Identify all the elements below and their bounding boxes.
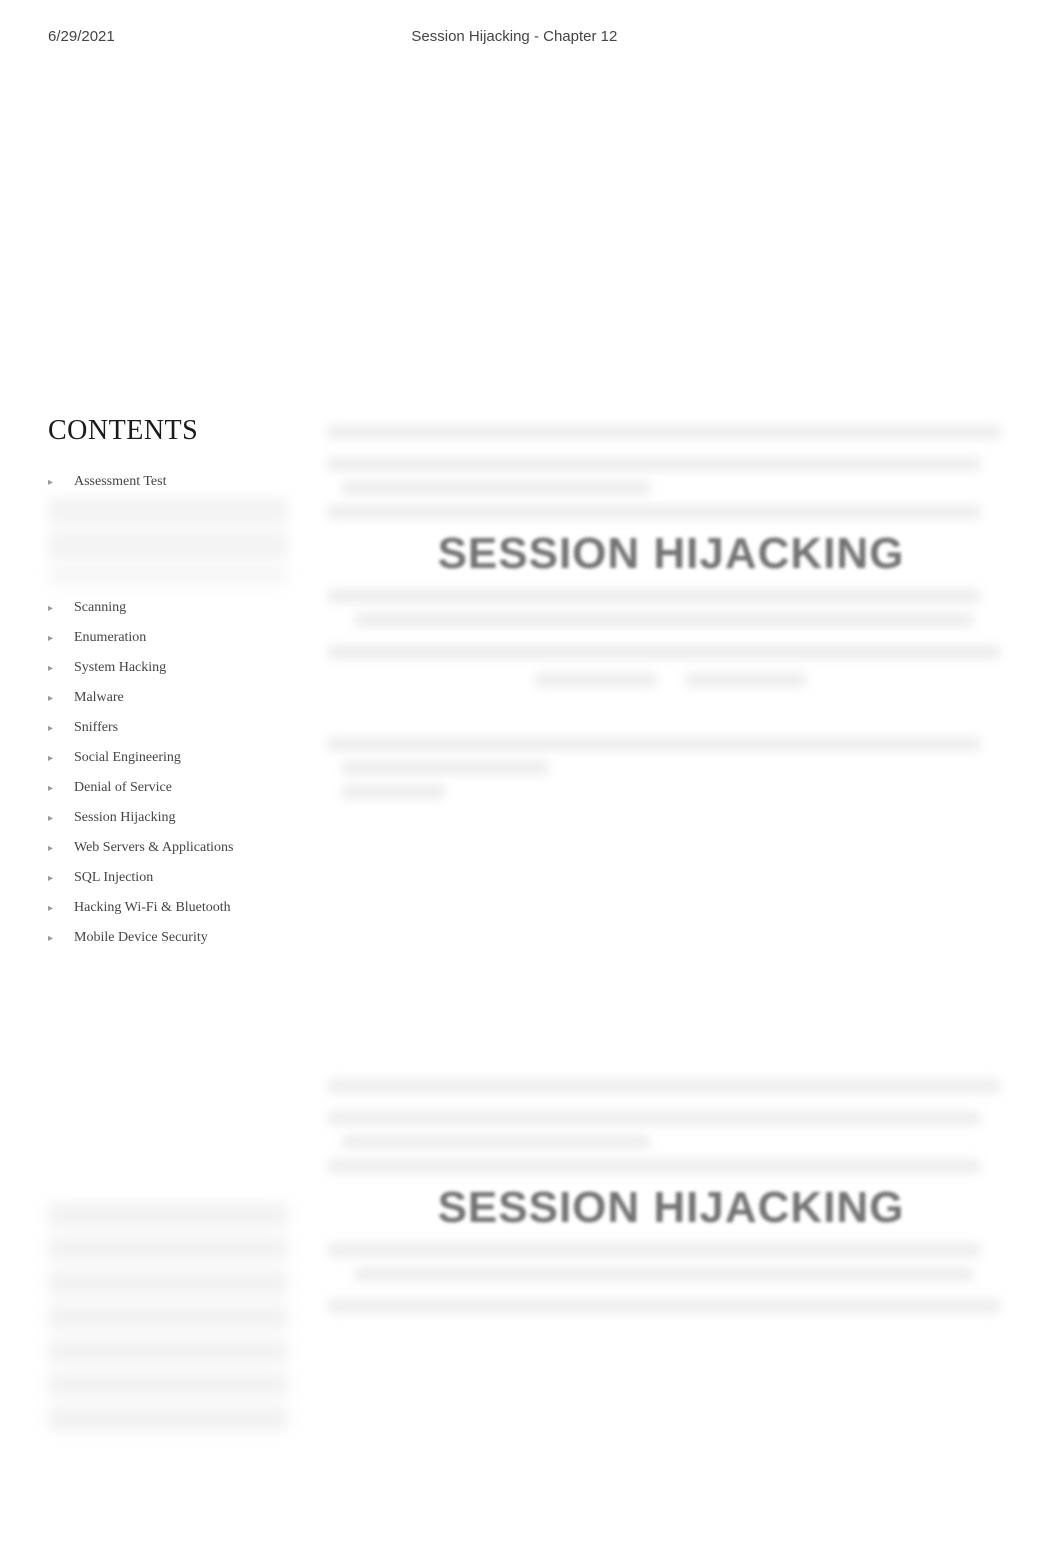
chevron-icon: ▸ xyxy=(48,603,66,614)
watermark-title: SESSION HIJACKING xyxy=(328,529,1014,579)
toc-label: Hacking Wi-Fi & Bluetooth xyxy=(74,900,231,916)
blurred-text-line xyxy=(328,645,1000,659)
toc-label: SQL Injection xyxy=(74,870,153,886)
toc-item-assessment[interactable]: ▸ Assessment Test xyxy=(48,467,288,497)
toc-label: Social Engineering xyxy=(74,750,181,766)
blurred-text-line xyxy=(342,481,651,495)
toc-label: Mobile Device Security xyxy=(74,930,208,946)
main-content: SESSION HIJACKING SESSION HIJACKING xyxy=(328,415,1014,1441)
toc-item-malware[interactable]: ▸ Malware xyxy=(48,683,288,713)
chevron-icon: ▸ xyxy=(48,693,66,704)
chevron-icon: ▸ xyxy=(48,723,66,734)
blurred-text-line xyxy=(328,1111,980,1125)
blurred-row xyxy=(328,673,1014,687)
blurred-placeholder xyxy=(48,1339,288,1363)
toc-item-system-hacking[interactable]: ▸ System Hacking xyxy=(48,653,288,683)
page-body: CONTENTS ▸ Assessment Test ▸ Scanning ▸ … xyxy=(0,415,1062,1441)
blurred-text-line xyxy=(328,457,980,471)
blurred-text-line xyxy=(328,1079,1000,1093)
chevron-icon: ▸ xyxy=(48,753,66,764)
toc-item-social-engineering[interactable]: ▸ Social Engineering xyxy=(48,743,288,773)
chevron-icon: ▸ xyxy=(48,633,66,644)
chevron-icon: ▸ xyxy=(48,873,66,884)
blurred-text-line xyxy=(328,425,1000,439)
toc-label: Denial of Service xyxy=(74,780,172,796)
blurred-text-line xyxy=(686,673,806,687)
chevron-icon: ▸ xyxy=(48,663,66,674)
toc-label: Session Hijacking xyxy=(74,810,176,826)
toc-item-wifi-bluetooth[interactable]: ▸ Hacking Wi-Fi & Bluetooth xyxy=(48,893,288,923)
blurred-placeholder xyxy=(48,1305,288,1329)
toc-item-scanning[interactable]: ▸ Scanning xyxy=(48,593,288,623)
contents-sidebar: CONTENTS ▸ Assessment Test ▸ Scanning ▸ … xyxy=(48,415,288,1441)
toc-label: Sniffers xyxy=(74,720,118,736)
content-block-1: SESSION HIJACKING xyxy=(328,425,1014,799)
chevron-icon: ▸ xyxy=(48,477,66,488)
header-title: Session Hijacking - Chapter 12 xyxy=(115,28,1014,45)
toc-item-blurred xyxy=(48,497,288,525)
blurred-placeholder xyxy=(48,1407,288,1431)
blurred-placeholder xyxy=(48,1203,288,1227)
toc-list: ▸ Assessment Test ▸ Scanning ▸ Enumerati… xyxy=(48,467,288,953)
chevron-icon: ▸ xyxy=(48,933,66,944)
blurred-text-line xyxy=(355,613,972,627)
toc-item-session-hijacking[interactable]: ▸ Session Hijacking xyxy=(48,803,288,833)
blurred-text-line xyxy=(328,1243,980,1257)
toc-label: Malware xyxy=(74,690,124,706)
toc-item-denial-of-service[interactable]: ▸ Denial of Service xyxy=(48,773,288,803)
toc-item-sql-injection[interactable]: ▸ SQL Injection xyxy=(48,863,288,893)
chevron-icon: ▸ xyxy=(48,783,66,794)
blurred-placeholder xyxy=(48,1271,288,1295)
blurred-placeholder xyxy=(48,1237,288,1261)
toc-label: Web Servers & Applications xyxy=(74,840,233,856)
page-header: 6/29/2021 Session Hijacking - Chapter 12 xyxy=(0,0,1062,45)
toc-item-enumeration[interactable]: ▸ Enumeration xyxy=(48,623,288,653)
toc-item-mobile-security[interactable]: ▸ Mobile Device Security xyxy=(48,923,288,953)
watermark-title: SESSION HIJACKING xyxy=(328,1183,1014,1233)
sidebar-blurred-block xyxy=(48,1203,288,1431)
blurred-text-line xyxy=(355,1267,972,1281)
toc-item-blurred xyxy=(48,565,288,585)
toc-label: Enumeration xyxy=(74,630,146,646)
chevron-icon: ▸ xyxy=(48,813,66,824)
header-date: 6/29/2021 xyxy=(48,28,115,45)
blurred-text-line xyxy=(328,1299,1000,1313)
toc-label: Assessment Test xyxy=(74,474,166,490)
content-block-2: SESSION HIJACKING xyxy=(328,1079,1014,1313)
chevron-icon: ▸ xyxy=(48,903,66,914)
blurred-text-line xyxy=(328,737,980,751)
blurred-text-line xyxy=(328,589,980,603)
contents-heading: CONTENTS xyxy=(48,415,288,447)
blurred-placeholder xyxy=(48,1373,288,1397)
blurred-text-line xyxy=(342,1135,651,1149)
toc-item-web-servers[interactable]: ▸ Web Servers & Applications xyxy=(48,833,288,863)
blurred-text-line xyxy=(536,673,656,687)
blurred-text-line xyxy=(328,1159,980,1173)
blurred-text-line xyxy=(328,505,980,519)
toc-label: Scanning xyxy=(74,600,126,616)
toc-item-sniffers[interactable]: ▸ Sniffers xyxy=(48,713,288,743)
chevron-icon: ▸ xyxy=(48,843,66,854)
toc-label: System Hacking xyxy=(74,660,166,676)
blurred-text-line xyxy=(342,785,445,799)
toc-item-blurred xyxy=(48,531,288,559)
blurred-text-line xyxy=(342,761,548,775)
